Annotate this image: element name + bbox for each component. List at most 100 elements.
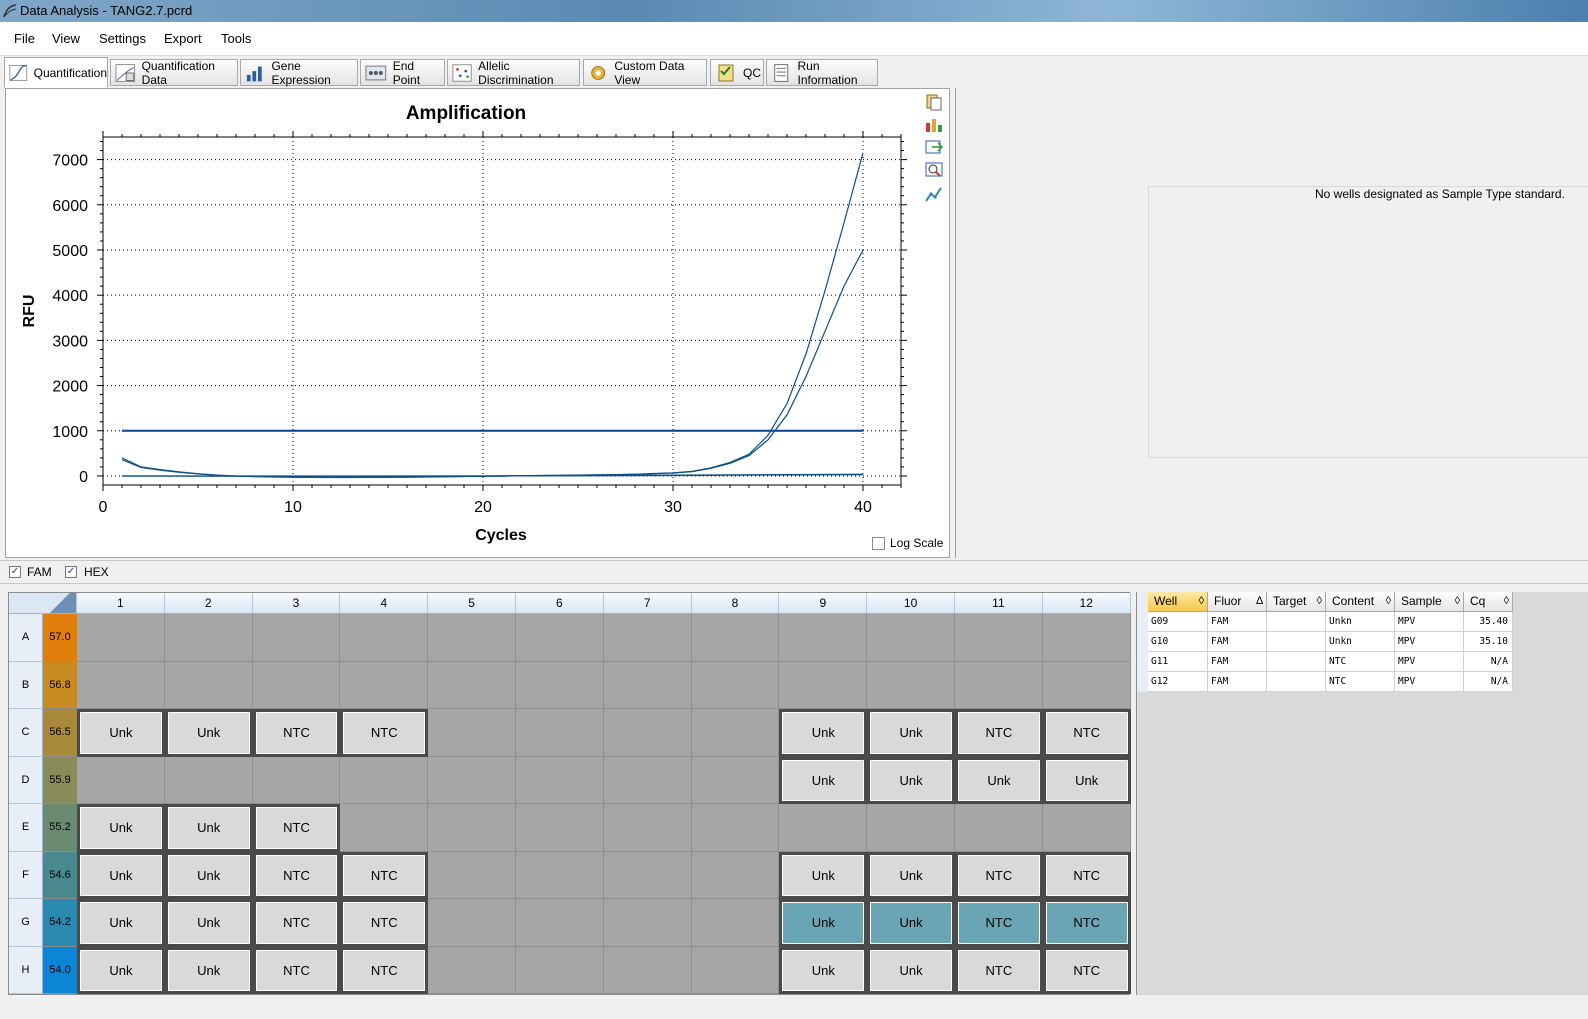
plate-well[interactable] — [603, 851, 692, 899]
plate-col-header[interactable]: 5 — [428, 593, 516, 614]
plate-well[interactable] — [955, 614, 1043, 662]
tab-custom-data-view[interactable]: Custom Data View — [583, 59, 707, 87]
column-header[interactable]: Sample ◊ — [1395, 592, 1464, 612]
plate-well[interactable] — [603, 614, 692, 662]
plate-well[interactable]: Unk — [779, 946, 868, 994]
menu-file[interactable]: File — [14, 31, 35, 46]
plate-col-header[interactable]: 10 — [867, 593, 955, 614]
plate-well[interactable] — [779, 804, 868, 852]
plate-well[interactable]: NTC — [1042, 709, 1131, 757]
plate-well[interactable] — [603, 756, 692, 804]
result-cell[interactable]: G09 — [1148, 612, 1208, 632]
plate-well[interactable]: Unk — [77, 709, 165, 757]
result-cell[interactable]: 35.40 — [1464, 612, 1513, 632]
plate-well[interactable]: Unk — [77, 851, 165, 899]
plate-well[interactable] — [77, 661, 165, 709]
plate-well[interactable] — [77, 614, 165, 662]
plate-well[interactable] — [252, 614, 341, 662]
plate-well[interactable] — [691, 804, 780, 852]
plate-well[interactable]: NTC — [252, 709, 341, 757]
plate-col-header[interactable]: 6 — [516, 593, 604, 614]
plate-well[interactable] — [867, 614, 955, 662]
plate-col-header[interactable]: 2 — [164, 593, 253, 614]
plate-well[interactable]: Unk — [779, 709, 868, 757]
plate-well[interactable] — [516, 661, 604, 709]
plate-well[interactable]: Unk — [164, 709, 253, 757]
plate-well[interactable] — [603, 946, 692, 994]
plate-well[interactable]: NTC — [252, 899, 341, 947]
tab-allelic-discrimination[interactable]: Allelic Discrimination — [447, 59, 580, 87]
plate-well[interactable]: NTC — [955, 709, 1043, 757]
plate-well[interactable] — [428, 709, 516, 757]
plate-well[interactable] — [691, 851, 780, 899]
plate-well[interactable] — [428, 661, 516, 709]
plate-well[interactable] — [164, 756, 253, 804]
plate-well[interactable]: NTC — [340, 899, 429, 947]
result-cell[interactable]: G12 — [1148, 672, 1208, 692]
result-cell[interactable] — [1267, 632, 1326, 652]
result-cell[interactable]: NTC — [1326, 652, 1395, 672]
menu-export[interactable]: Export — [164, 31, 202, 46]
amplification-chart[interactable]: Amplification 0 10 20 30 40 0 1000 2000 3000 4000 5… — [6, 89, 916, 559]
copy-icon[interactable] — [924, 93, 944, 111]
plate-well[interactable]: Unk — [77, 804, 165, 852]
plate-well[interactable] — [164, 661, 253, 709]
plate-well[interactable] — [603, 709, 692, 757]
export-icon[interactable] — [924, 138, 944, 156]
plate-col-header[interactable]: 4 — [340, 593, 429, 614]
plate-corner[interactable] — [9, 593, 77, 614]
result-cell[interactable]: G10 — [1148, 632, 1208, 652]
result-cell[interactable]: NTC — [1326, 672, 1395, 692]
plate-well[interactable] — [516, 709, 604, 757]
plate-well[interactable] — [340, 614, 429, 662]
plate-row-header[interactable]: D — [9, 756, 43, 804]
result-cell[interactable]: Unkn — [1326, 612, 1395, 632]
plate-well[interactable] — [1042, 614, 1131, 662]
plate-row-header[interactable]: G — [9, 899, 43, 947]
plate-well[interactable]: NTC — [340, 709, 429, 757]
menu-tools[interactable]: Tools — [221, 31, 251, 46]
tab-qc[interactable]: QC — [710, 59, 764, 86]
plate-well[interactable] — [955, 661, 1043, 709]
plate-well[interactable] — [516, 899, 604, 947]
hex-checkbox[interactable]: ✓ — [65, 566, 77, 578]
plate-well[interactable]: NTC — [955, 899, 1043, 947]
result-cell[interactable] — [1267, 672, 1326, 692]
column-header[interactable]: Content ◊ — [1326, 592, 1395, 612]
result-cell[interactable]: Unkn — [1326, 632, 1395, 652]
plate-well[interactable]: Unk — [164, 804, 253, 852]
plate-well[interactable]: NTC — [955, 851, 1043, 899]
plate-well[interactable] — [428, 614, 516, 662]
result-cell[interactable]: MPV — [1395, 672, 1464, 692]
zoom-icon[interactable] — [924, 161, 944, 179]
plate-well[interactable] — [516, 756, 604, 804]
plate-well[interactable] — [691, 756, 780, 804]
plate-well[interactable]: Unk — [867, 709, 955, 757]
plate-well[interactable] — [516, 614, 604, 662]
tab-end-point[interactable]: End Point — [360, 59, 445, 87]
plate-col-header[interactable]: 1 — [77, 593, 165, 614]
plate-row-header[interactable]: F — [9, 851, 43, 899]
plate-well[interactable] — [428, 804, 516, 852]
plate-well[interactable]: Unk — [867, 851, 955, 899]
result-cell[interactable]: FAM — [1208, 672, 1267, 692]
plate-well[interactable]: Unk — [779, 851, 868, 899]
result-cell[interactable]: FAM — [1208, 652, 1267, 672]
plate-col-header[interactable]: 12 — [1042, 593, 1131, 614]
plate-well[interactable] — [428, 851, 516, 899]
plate-well[interactable]: Unk — [77, 946, 165, 994]
plate-well[interactable]: NTC — [252, 851, 341, 899]
plate-well[interactable]: NTC — [1042, 851, 1131, 899]
plate-col-header[interactable]: 11 — [955, 593, 1043, 614]
column-header[interactable]: Well ◊ — [1148, 592, 1208, 612]
plate-well[interactable] — [516, 851, 604, 899]
result-cell[interactable]: N/A — [1464, 652, 1513, 672]
plate-well[interactable] — [955, 804, 1043, 852]
plate-well[interactable] — [779, 661, 868, 709]
result-cell[interactable]: 35.10 — [1464, 632, 1513, 652]
plate-well[interactable]: NTC — [340, 851, 429, 899]
result-cell[interactable] — [1267, 612, 1326, 632]
plate-well[interactable]: NTC — [252, 946, 341, 994]
plate-well[interactable]: Unk — [867, 756, 955, 804]
menu-view[interactable]: View — [52, 31, 80, 46]
